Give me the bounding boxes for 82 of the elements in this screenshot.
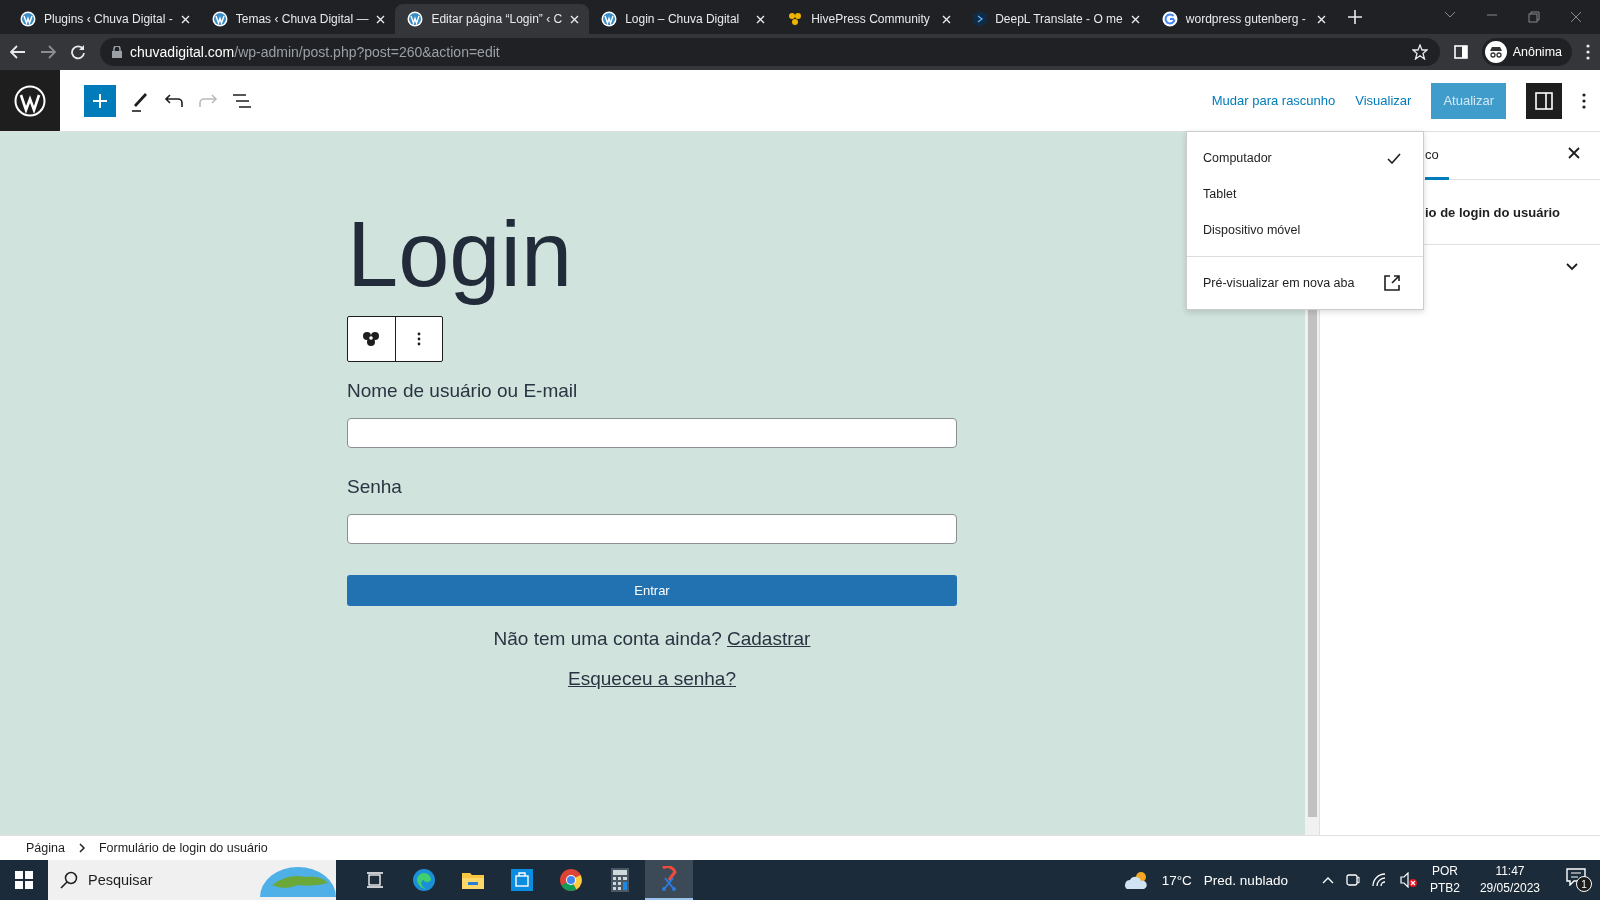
windows-logo-icon xyxy=(15,871,33,889)
scrollbar-thumb[interactable] xyxy=(1307,307,1317,817)
wordpress-logo-icon xyxy=(20,11,36,27)
chevron-right-icon xyxy=(78,843,85,853)
wordpress-logo[interactable] xyxy=(0,70,60,131)
browser-tab[interactable]: Editar página “Login” ‹ C xyxy=(395,4,590,34)
input-language[interactable]: POR xyxy=(1431,863,1458,880)
wordpress-logo-icon xyxy=(407,11,424,27)
folder-icon xyxy=(461,870,485,890)
checkmark-icon xyxy=(1387,152,1401,164)
flower-icon xyxy=(361,330,382,349)
plus-icon xyxy=(92,92,108,109)
block-title: io de login do usuário xyxy=(1425,204,1561,220)
field-label: Senha xyxy=(347,476,403,499)
star-icon[interactable] xyxy=(1411,44,1428,60)
honeycomb-icon xyxy=(787,11,804,27)
browser-tab[interactable]: wordpress gutenberg - xyxy=(1149,4,1336,34)
address-bar[interactable]: chuvadigital.com/wp-admin/post.php?post=260&action=edit xyxy=(100,38,1440,66)
edge-browser-icon xyxy=(412,868,436,892)
input-field[interactable] xyxy=(347,418,957,449)
browser-tab[interactable]: HivePress Community xyxy=(775,4,962,34)
login-button[interactable]: Entrar xyxy=(347,575,957,607)
page-title: Login xyxy=(347,202,573,307)
task-view-icon xyxy=(366,872,384,888)
add-block-button[interactable] xyxy=(84,84,116,117)
clock-date[interactable]: 29/05/2023 xyxy=(1479,880,1540,897)
reload-icon[interactable] xyxy=(70,44,86,60)
toolbar-link[interactable]: Visualizar xyxy=(1355,93,1412,108)
breadcrumb-item[interactable]: Formulário de login do usuário xyxy=(98,841,268,855)
cloud-sun-icon xyxy=(1123,870,1150,890)
browser-tab[interactable]: Temas ‹ Chuva Digital — xyxy=(199,4,396,34)
side-panel-icon[interactable] xyxy=(1453,45,1468,59)
register-prompt: Não tem uma conta ainda? xyxy=(493,628,722,650)
wifi-icon[interactable] xyxy=(1371,873,1388,887)
forgot-password-link[interactable]: Esqueceu a senha? xyxy=(568,668,736,690)
plus-icon[interactable] xyxy=(1347,10,1362,24)
keyboard-layout[interactable]: PTB2 xyxy=(1429,880,1460,897)
search-icon xyxy=(60,871,78,889)
taskbar-search-field[interactable]: Pesquisar xyxy=(48,860,336,900)
incognito-icon xyxy=(1484,41,1507,63)
taskbar-app[interactable] xyxy=(645,860,693,900)
chevron-down-icon[interactable] xyxy=(1566,263,1578,271)
wordpress-logo-icon xyxy=(211,11,228,27)
browser-tab[interactable]: Login – Chuva Digital xyxy=(589,4,776,34)
toolbar-link[interactable]: Mudar para rascunho xyxy=(1211,93,1336,108)
settings-toggle-button[interactable] xyxy=(1526,82,1562,119)
deepl-logo-icon xyxy=(973,11,988,27)
browser-tab[interactable]: Plugins ‹ Chuva Digital - xyxy=(8,4,200,34)
wordpress-logo-icon xyxy=(601,11,618,27)
sidebar-panel-icon xyxy=(1535,91,1553,110)
browser-tab[interactable]: DeepL Translate - O me xyxy=(961,4,1150,34)
store-bag-icon xyxy=(510,868,534,892)
more-vertical-icon[interactable] xyxy=(1586,44,1590,60)
register-link[interactable]: Cadastrar xyxy=(727,628,811,650)
more-vertical-icon[interactable] xyxy=(1582,92,1586,109)
camera-icon[interactable] xyxy=(1345,872,1360,888)
speaker-muted-icon[interactable] xyxy=(1399,872,1418,888)
breadcrumb-item[interactable]: Página xyxy=(26,841,65,855)
lock-icon xyxy=(112,46,122,58)
calculator-icon xyxy=(611,868,629,892)
close-icon[interactable] xyxy=(1568,147,1580,159)
scissors-icon xyxy=(659,866,679,892)
menu-item[interactable]: Tablet xyxy=(1187,176,1423,212)
undo-icon[interactable] xyxy=(164,93,184,108)
weather-text: Pred. nublado xyxy=(1203,872,1288,888)
temperature: 17°C xyxy=(1161,872,1192,888)
input-field[interactable] xyxy=(347,514,957,545)
chrome-browser-icon xyxy=(559,868,583,892)
back-arrow-icon[interactable] xyxy=(10,45,26,59)
menu-item[interactable]: Computador xyxy=(1187,140,1423,176)
chevron-up-icon[interactable] xyxy=(1321,876,1334,884)
external-link-icon xyxy=(1383,274,1401,292)
menu-item[interactable]: Dispositivo móvel xyxy=(1187,212,1423,248)
restore-icon[interactable] xyxy=(1528,11,1540,23)
profile-button[interactable]: Anônima xyxy=(1481,38,1572,66)
forward-arrow-icon[interactable] xyxy=(40,45,56,59)
clock-time[interactable]: 11:47 xyxy=(1495,863,1525,880)
more-vertical-icon xyxy=(416,332,421,347)
google-logo-icon xyxy=(1161,11,1178,27)
list-view-icon[interactable] xyxy=(232,93,252,108)
field-label: Nome de usuário ou E-mail xyxy=(347,380,579,403)
menu-item[interactable]: Pré-visualizar em nova aba xyxy=(1187,265,1423,301)
